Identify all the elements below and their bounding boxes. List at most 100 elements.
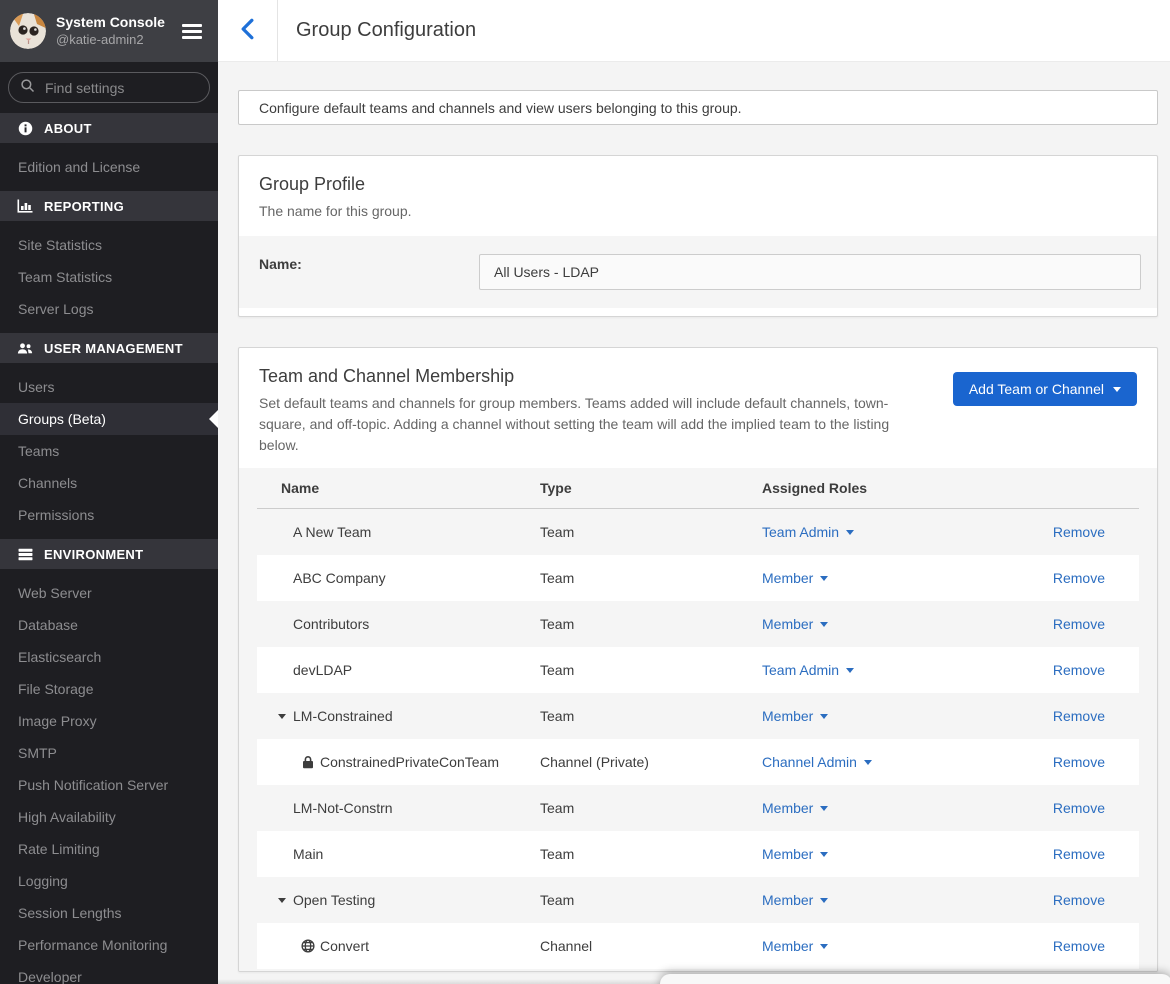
info-banner: Configure default teams and channels and… <box>238 90 1158 125</box>
sidebar-item-image-proxy[interactable]: Image Proxy <box>0 705 218 737</box>
main-panel: Group Configuration Configure default te… <box>218 0 1170 984</box>
row-type: Team <box>540 708 762 724</box>
remove-link[interactable]: Remove <box>1053 892 1105 908</box>
remove-link[interactable]: Remove <box>1053 800 1105 816</box>
remove-link[interactable]: Remove <box>1053 570 1105 586</box>
sidebar-item-push-notification-server[interactable]: Push Notification Server <box>0 769 218 801</box>
row-name: Contributors <box>293 616 369 632</box>
row-type: Channel (Private) <box>540 754 762 770</box>
table-row: MainTeamMemberRemove <box>257 831 1139 877</box>
chevron-down-icon <box>820 898 828 907</box>
row-name: ConstrainedPrivateConTeam <box>320 754 499 770</box>
group-profile-card: Group Profile The name for this group. N… <box>238 155 1158 317</box>
row-type: Team <box>540 846 762 862</box>
chevron-down-icon <box>820 944 828 953</box>
sidebar-item-groups-beta[interactable]: Groups (Beta) <box>0 403 218 435</box>
role-label: Member <box>762 938 813 954</box>
back-button[interactable] <box>218 0 278 61</box>
chevron-down-icon <box>864 760 872 769</box>
sidebar-item-performance-monitoring[interactable]: Performance Monitoring <box>0 929 218 961</box>
column-header-assigned-roles: Assigned Roles <box>762 480 1019 496</box>
group-name-input[interactable] <box>479 254 1141 290</box>
server-icon <box>17 548 33 561</box>
table-row: ABC CompanyTeamMemberRemove <box>257 555 1139 601</box>
hamburger-menu-icon[interactable] <box>176 17 208 46</box>
role-dropdown[interactable]: Member <box>762 800 828 816</box>
sidebar-section-items: UsersGroups (Beta)TeamsChannelsPermissio… <box>0 363 218 539</box>
chevron-down-icon <box>820 852 828 861</box>
sidebar-item-permissions[interactable]: Permissions <box>0 499 218 531</box>
table-header-row: Name Type Assigned Roles <box>257 468 1139 509</box>
role-label: Member <box>762 892 813 908</box>
sidebar-item-users[interactable]: Users <box>0 371 218 403</box>
app: System Console @katie-admin2 ABOUT Editio… <box>0 0 1170 984</box>
sidebar-section-items: Web ServerDatabaseElasticsearchFile Stor… <box>0 569 218 984</box>
bottom-sheet-shadow <box>660 974 1170 984</box>
remove-link[interactable]: Remove <box>1053 708 1105 724</box>
sidebar-item-elasticsearch[interactable]: Elasticsearch <box>0 641 218 673</box>
remove-link[interactable]: Remove <box>1053 662 1105 678</box>
role-dropdown[interactable]: Member <box>762 708 828 724</box>
chevron-down-icon <box>820 576 828 585</box>
table-row: Contributors TeamMember Remove <box>257 601 1139 647</box>
row-type: Team <box>540 524 762 540</box>
add-team-or-channel-label: Add Team or Channel <box>969 381 1104 397</box>
sidebar-item-teams[interactable]: Teams <box>0 435 218 467</box>
sidebar-item-session-lengths[interactable]: Session Lengths <box>0 897 218 929</box>
remove-link[interactable]: Remove <box>1053 524 1105 540</box>
sidebar-header[interactable]: System Console @katie-admin2 <box>0 0 218 62</box>
role-dropdown[interactable]: Member <box>762 938 828 954</box>
role-label: Member <box>762 708 813 724</box>
collapse-caret-icon[interactable] <box>278 898 286 907</box>
sidebar: System Console @katie-admin2 ABOUT Editio… <box>0 0 218 984</box>
sidebar-section-label: REPORTING <box>44 199 124 214</box>
sidebar-item-channels[interactable]: Channels <box>0 467 218 499</box>
row-name: ABC Company <box>293 570 386 586</box>
remove-link[interactable]: Remove <box>1053 938 1105 954</box>
sidebar-section-items: Site StatisticsTeam StatisticsServer Log… <box>0 221 218 333</box>
sidebar-item-file-storage[interactable]: File Storage <box>0 673 218 705</box>
sidebar-item-web-server[interactable]: Web Server <box>0 577 218 609</box>
page-header: Group Configuration <box>218 0 1170 62</box>
sidebar-section-environment: ENVIRONMENT <box>0 539 218 569</box>
search-input[interactable] <box>43 79 198 97</box>
sidebar-item-site-statistics[interactable]: Site Statistics <box>0 229 218 261</box>
sidebar-section-label: ABOUT <box>44 121 92 136</box>
sidebar-item-rate-limiting[interactable]: Rate Limiting <box>0 833 218 865</box>
search-icon <box>20 78 35 98</box>
sidebar-item-smtp[interactable]: SMTP <box>0 737 218 769</box>
remove-link[interactable]: Remove <box>1053 754 1105 770</box>
membership-card: Add Team or Channel Team and Channel Mem… <box>238 347 1158 972</box>
sidebar-item-team-statistics[interactable]: Team Statistics <box>0 261 218 293</box>
console-title: System Console <box>56 14 165 32</box>
group-profile-title: Group Profile <box>259 174 1137 195</box>
row-type: Team <box>540 616 762 632</box>
role-dropdown[interactable]: Team Admin <box>762 662 854 678</box>
sidebar-item-logging[interactable]: Logging <box>0 865 218 897</box>
row-name: LM-Not-Constrn <box>293 800 393 816</box>
table-row: ConvertChannelMemberRemove <box>257 923 1139 969</box>
remove-link[interactable]: Remove <box>1053 616 1105 632</box>
add-team-or-channel-button[interactable]: Add Team or Channel <box>953 372 1137 406</box>
row-type: Team <box>540 800 762 816</box>
sidebar-section-label: USER MANAGEMENT <box>44 341 183 356</box>
role-dropdown[interactable]: Member <box>762 892 828 908</box>
collapse-caret-icon[interactable] <box>278 714 286 723</box>
role-dropdown[interactable]: Team Admin <box>762 524 854 540</box>
remove-link[interactable]: Remove <box>1053 846 1105 862</box>
sidebar-item-database[interactable]: Database <box>0 609 218 641</box>
row-type: Channel <box>540 938 762 954</box>
role-dropdown[interactable]: Member <box>762 846 828 862</box>
row-name: LM-Constrained <box>293 708 393 724</box>
sidebar-item-server-logs[interactable]: Server Logs <box>0 293 218 325</box>
sidebar-section-label: ENVIRONMENT <box>44 547 143 562</box>
role-dropdown[interactable]: Member <box>762 570 828 586</box>
info-banner-text: Configure default teams and channels and… <box>259 100 742 116</box>
sidebar-item-edition-and-license[interactable]: Edition and License <box>0 151 218 183</box>
sidebar-item-developer[interactable]: Developer <box>0 961 218 984</box>
column-header-name: Name <box>257 480 540 496</box>
role-dropdown[interactable]: Channel Admin <box>762 754 872 770</box>
group-name-row: Name: <box>239 236 1157 308</box>
sidebar-item-high-availability[interactable]: High Availability <box>0 801 218 833</box>
role-dropdown[interactable]: Member <box>762 616 828 632</box>
